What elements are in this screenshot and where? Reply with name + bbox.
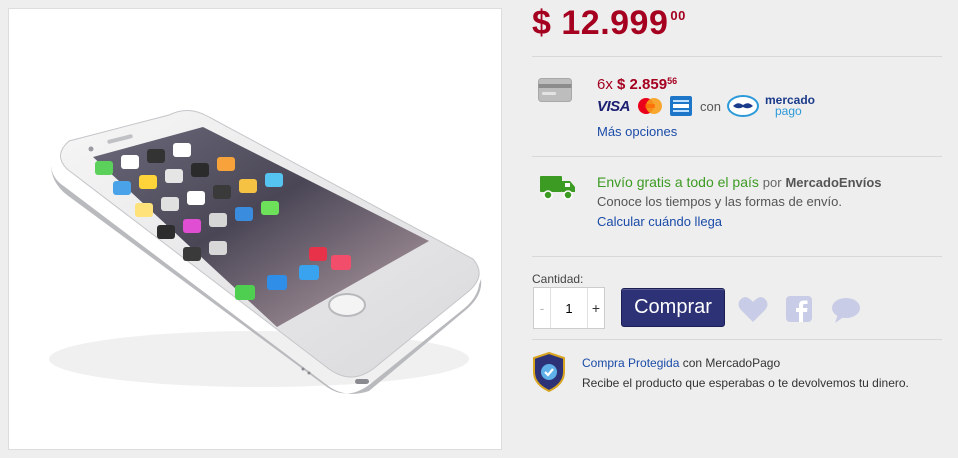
divider [532,156,942,157]
installments-count: 6x [597,76,613,93]
quantity-input[interactable] [550,288,588,328]
protection-description: Recibe el producto que esperabas o te de… [582,376,909,390]
with-label: con [700,98,721,114]
protection-title: Compra Protegida con MercadoPago [582,356,780,370]
free-shipping-text: Envío gratis a todo el país [597,174,759,190]
mp-line2: pago [774,104,802,118]
purchase-panel: $ 12.999 00 6x $ 2.85956 VISA con mercad… [532,0,958,458]
quantity-decrement-button[interactable]: - [534,300,550,316]
mercadopago-logo [726,95,759,117]
free-shipping-line: Envío gratis a todo el país por MercadoE… [597,174,882,190]
payment-section: 6x $ 2.85956 VISA con mercado pago Más o… [538,74,948,144]
chat-bubble-icon[interactable] [830,294,862,326]
shipping-provider: MercadoEnvíos [785,175,882,190]
product-page: $ 12.999 00 6x $ 2.85956 VISA con mercad… [0,0,958,458]
facebook-icon[interactable] [784,294,816,326]
more-options-link[interactable]: Más opciones [597,124,677,139]
installments-amount: $ 2.859 [617,76,668,93]
price-cents: 00 [670,8,686,23]
shipping-subtitle: Conoce los tiempos y las formas de envío… [597,194,842,209]
price-whole: 12.999 [561,4,669,42]
by-label: por [762,175,782,190]
purchase-protection: Compra Protegida con MercadoPago Recibe … [532,352,952,402]
price-currency: $ [532,4,552,42]
protected-purchase-link[interactable]: Compra Protegida [582,356,679,370]
accepted-cards: VISA con mercado pago [597,94,815,118]
truck-icon [540,176,575,200]
divider [532,256,942,257]
product-image[interactable] [8,8,502,450]
visa-logo: VISA [597,97,631,115]
protection-suffix: con MercadoPago [682,356,781,370]
product-price: $ 12.999 00 [532,4,686,43]
shipping-section: Envío gratis a todo el país por MercadoE… [538,172,948,236]
divider [532,339,942,340]
mercadopago-wordmark: mercado pago [765,94,815,118]
quantity-stepper: - + [533,287,605,329]
amex-logo [670,96,693,116]
credit-card-icon [538,78,572,102]
divider [532,56,942,57]
mastercard-logo [638,98,663,114]
calculate-delivery-link[interactable]: Calcular cuándo llega [597,214,722,229]
heart-icon[interactable] [737,294,769,326]
quantity-increment-button[interactable]: + [588,300,604,316]
quantity-label: Cantidad: [532,272,584,286]
iphone-image [49,110,482,394]
installments-text: 6x $ 2.85956 [597,76,677,93]
shield-check-icon [533,352,565,392]
buy-button[interactable]: Comprar [621,288,725,327]
installments-cents: 56 [667,76,678,86]
